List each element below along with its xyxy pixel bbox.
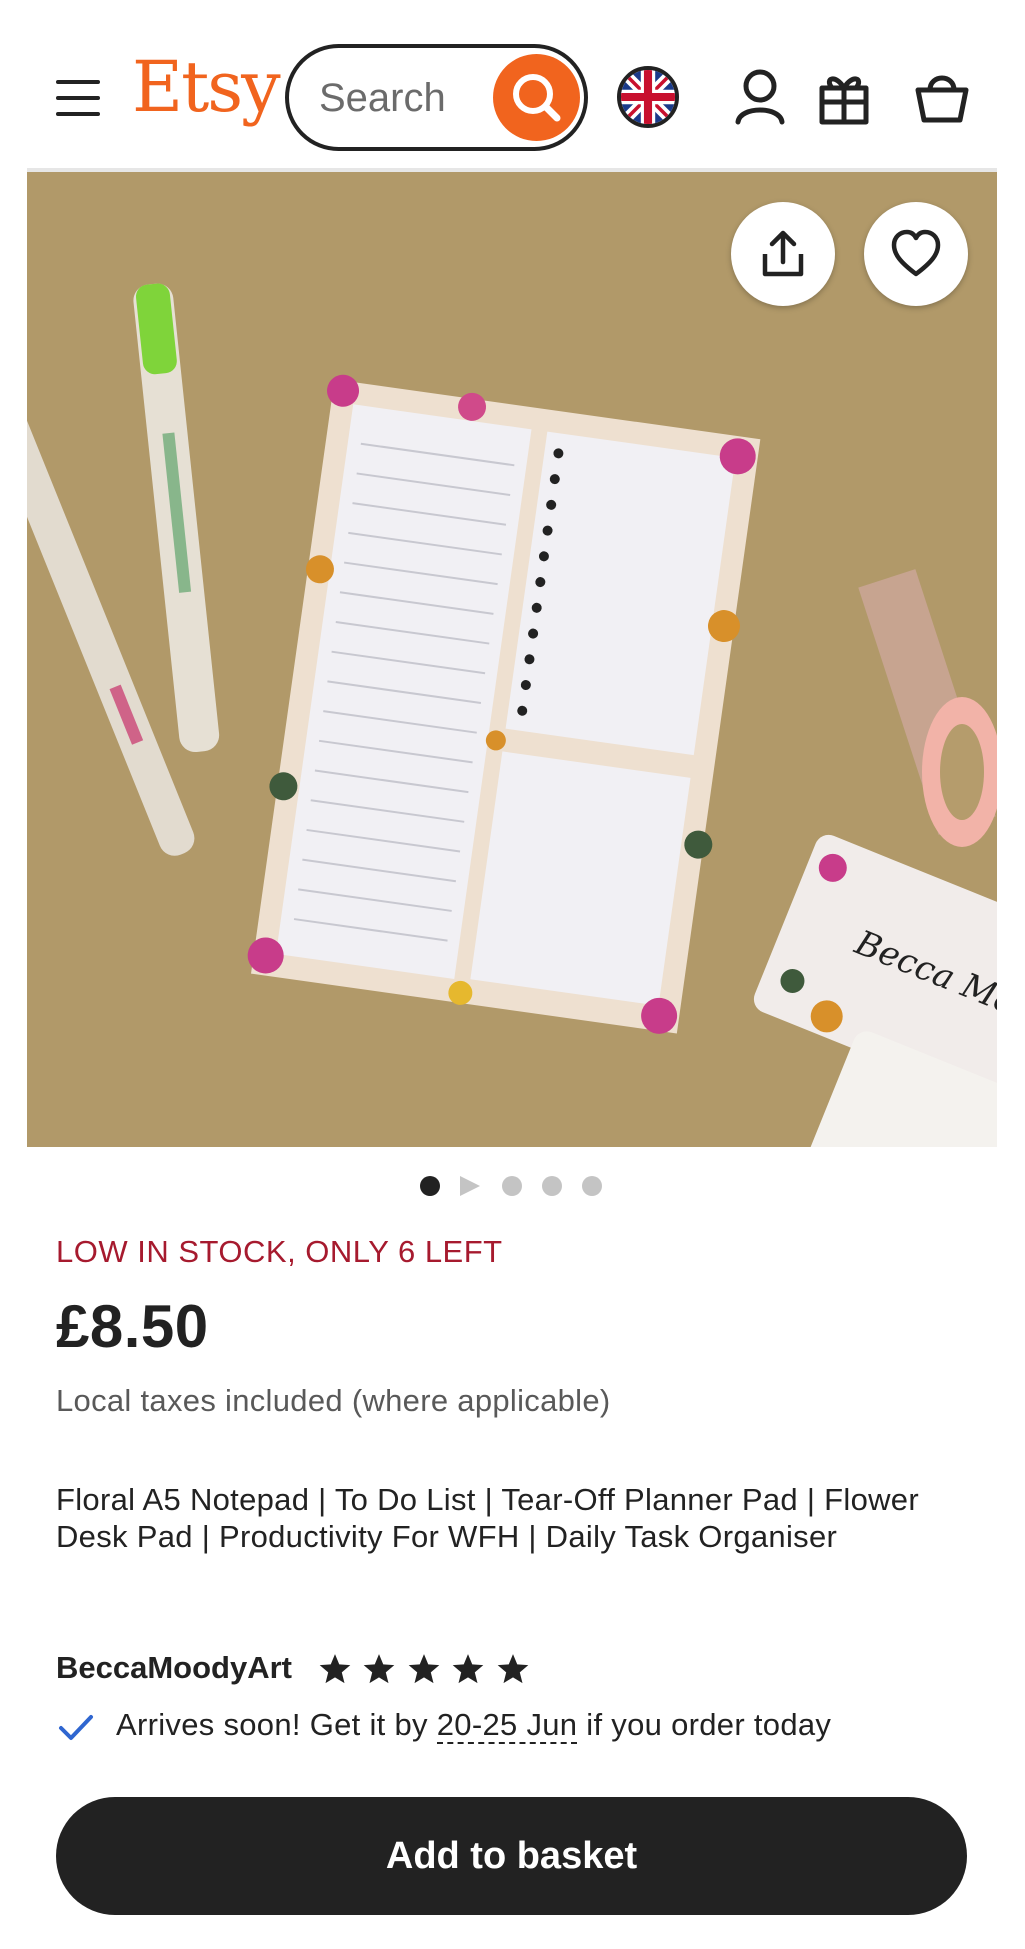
product-photo: Becca Moody Art [27, 172, 997, 1147]
delivery-date-link[interactable]: 20-25 Jun [436, 1707, 578, 1744]
delivery-suffix: if you order today [577, 1707, 832, 1742]
carousel-dot-3[interactable] [502, 1176, 522, 1196]
star-icon [408, 1654, 440, 1684]
search-icon [513, 74, 561, 122]
carousel-indicators [420, 1174, 610, 1198]
uk-flag-icon[interactable] [617, 66, 679, 128]
delivery-text: Arrives soon! Get it by 20-25 Jun if you… [116, 1707, 832, 1744]
star-icon [453, 1654, 484, 1684]
rating-stars[interactable] [318, 1652, 529, 1686]
favorite-button[interactable] [864, 202, 968, 306]
delivery-prefix: Arrives soon! Get it by [116, 1707, 437, 1742]
etsy-logo[interactable]: Etsy [132, 52, 281, 122]
check-icon [59, 1715, 93, 1740]
share-icon [762, 230, 804, 277]
tax-note: Local taxes included (where applicable) [56, 1383, 611, 1418]
site-header: Etsy [0, 0, 1025, 172]
search-input[interactable] [319, 70, 479, 126]
search-bar [285, 44, 588, 151]
price: £8.50 [56, 1293, 209, 1360]
star-icon [497, 1654, 529, 1684]
heart-icon [891, 229, 941, 277]
shopping-bag-icon[interactable] [912, 66, 972, 126]
carousel-dot-5[interactable] [582, 1176, 602, 1196]
share-button[interactable] [731, 202, 835, 306]
search-button[interactable] [493, 54, 580, 141]
stock-notice: LOW IN STOCK, ONLY 6 LEFT [56, 1234, 503, 1269]
add-to-basket-button[interactable]: Add to basket [56, 1797, 967, 1915]
star-icon [364, 1654, 395, 1684]
shop-name-link[interactable]: BeccaMoodyArt [56, 1650, 292, 1686]
carousel-dot-4[interactable] [542, 1176, 562, 1196]
video-play-indicator-icon[interactable] [460, 1176, 480, 1196]
star-icon [319, 1654, 351, 1684]
hamburger-menu-icon[interactable] [54, 78, 102, 118]
user-icon[interactable] [730, 66, 790, 126]
carousel-dot-1[interactable] [420, 1176, 440, 1196]
product-image-gallery[interactable]: Becca Moody Art [27, 172, 997, 1147]
gift-icon[interactable] [814, 66, 874, 126]
product-title: Floral A5 Notepad | To Do List | Tear-Of… [56, 1482, 919, 1554]
